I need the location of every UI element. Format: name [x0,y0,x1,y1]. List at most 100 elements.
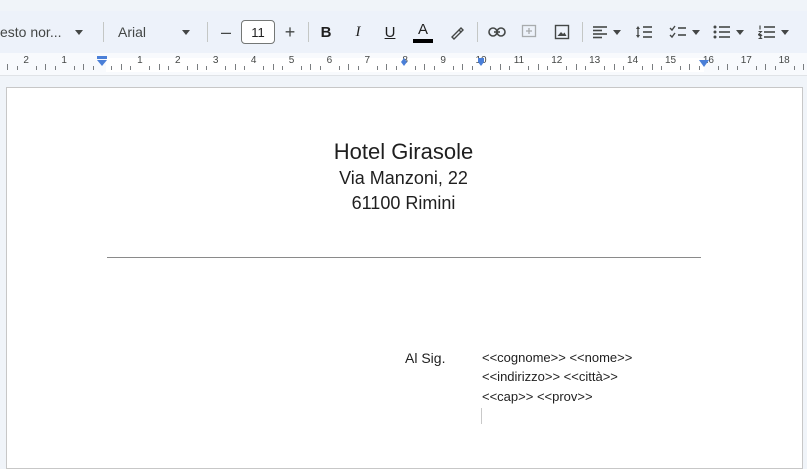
minus-icon: – [220,21,231,42]
ruler-tick [159,64,160,70]
line-spacing-button[interactable] [632,11,656,53]
toolbar-divider [207,22,208,42]
text-color-button[interactable]: A [410,11,436,53]
ruler-tick [415,66,416,70]
ruler-tick [244,66,245,70]
font-family-select[interactable]: Arial [110,11,198,53]
hotel-street: Via Manzoni, 22 [339,168,468,188]
checklist-icon [669,25,686,39]
ruler-tick [263,66,264,70]
ruler-tick [121,64,122,70]
ruler-tick [74,66,75,70]
merge-field-name: <<cognome>> <<nome>> [482,350,633,365]
align-button[interactable] [589,11,623,53]
ruler-tick [462,64,463,70]
bulleted-list-icon [713,25,730,39]
add-comment-button[interactable] [518,11,540,53]
ruler-number: 9 [440,55,446,66]
ruler-tick [111,66,112,70]
toolbar-divider [103,22,104,42]
chevron-down-icon [780,29,789,35]
ruler-tick [197,64,198,70]
text-cursor [481,408,482,424]
ruler-number: 17 [740,55,752,66]
ruler-number: 7 [364,55,371,66]
formatting-toolbar: esto nor... Arial – 11 + B I U A [0,11,807,53]
underline-icon: U [384,23,396,41]
ruler-tick [765,64,766,70]
underline-button[interactable]: U [379,11,401,53]
ruler-tick [149,66,150,70]
ruler-tick [794,66,795,70]
decrease-font-size-button[interactable]: – [215,11,237,53]
bold-button[interactable]: B [315,11,337,53]
ruler-tick [45,64,46,70]
plus-icon: + [284,21,296,42]
ruler-tick [756,66,757,70]
font-family-value: Arial [118,24,147,40]
text-color-icon: A [417,20,428,38]
ruler-tick [604,66,605,70]
ruler-number: 3 [212,55,219,66]
hotel-city: 61100 Rimini [351,193,456,213]
merge-field-postal: <<cap>> <<prov>> [482,389,593,404]
chevron-down-icon [182,29,190,35]
ruler-tick [652,64,653,70]
numbered-list-button[interactable] [753,11,793,53]
ruler-tick [680,66,681,70]
merge-field-address: <<indirizzo>> <<città>> [482,369,618,384]
bulleted-list-button[interactable] [709,11,747,53]
ruler-tick [93,66,94,70]
font-size-input[interactable]: 11 [241,20,275,44]
ruler-tick [301,66,302,70]
ruler-number: 12 [551,55,563,66]
ruler-tick [775,66,776,70]
ruler-tick [614,64,615,70]
ruler-tick [273,64,274,70]
numbered-list-icon [757,25,775,39]
ruler-tick [348,64,349,70]
ruler-number: 4 [250,55,257,66]
tab-stop-icon[interactable] [476,57,486,67]
ruler-tick [282,66,283,70]
paragraph-style-select[interactable]: esto nor... [0,11,92,53]
chevron-down-icon [735,29,744,35]
ruler-tick [310,64,311,70]
ruler-number: 1 [61,55,67,66]
ruler-tick [566,66,567,70]
ruler-tick [576,64,577,70]
insert-link-button[interactable] [485,11,509,53]
increase-font-size-button[interactable]: + [279,11,301,53]
bold-icon: B [320,23,332,41]
ruler-tick [83,64,84,70]
left-indent-marker-icon[interactable] [96,56,108,68]
right-indent-marker-icon[interactable] [698,59,710,69]
ruler-number: 14 [627,55,639,66]
ruler-number: 1 [137,55,143,66]
hotel-name: Hotel Girasole [333,139,474,164]
highlight-color-button[interactable] [446,11,468,53]
ruler-tick [718,66,719,70]
ruler-tick [803,64,804,70]
ruler-tick [424,64,425,70]
toolbar-divider [308,22,309,42]
paragraph-style-value: esto nor... [0,24,62,40]
toolbar-divider [582,22,583,42]
ruler-tick [386,64,387,70]
ruler-tick [490,66,491,70]
ruler-tick [585,66,586,70]
ruler-tick [661,66,662,70]
ruler-tick [358,66,359,70]
ruler-tick [36,66,37,70]
ruler-tick [130,66,131,70]
ruler-tick [737,66,738,70]
ruler-number: 6 [326,55,333,66]
checklist-button[interactable] [665,11,703,53]
italic-button[interactable]: I [347,11,369,53]
ruler-tick [509,66,510,70]
ruler-tick [339,66,340,70]
insert-image-button[interactable] [551,11,573,53]
ruler-tick [55,66,56,70]
tab-stop-center-icon[interactable] [399,57,409,67]
toolbar-divider [477,22,478,42]
